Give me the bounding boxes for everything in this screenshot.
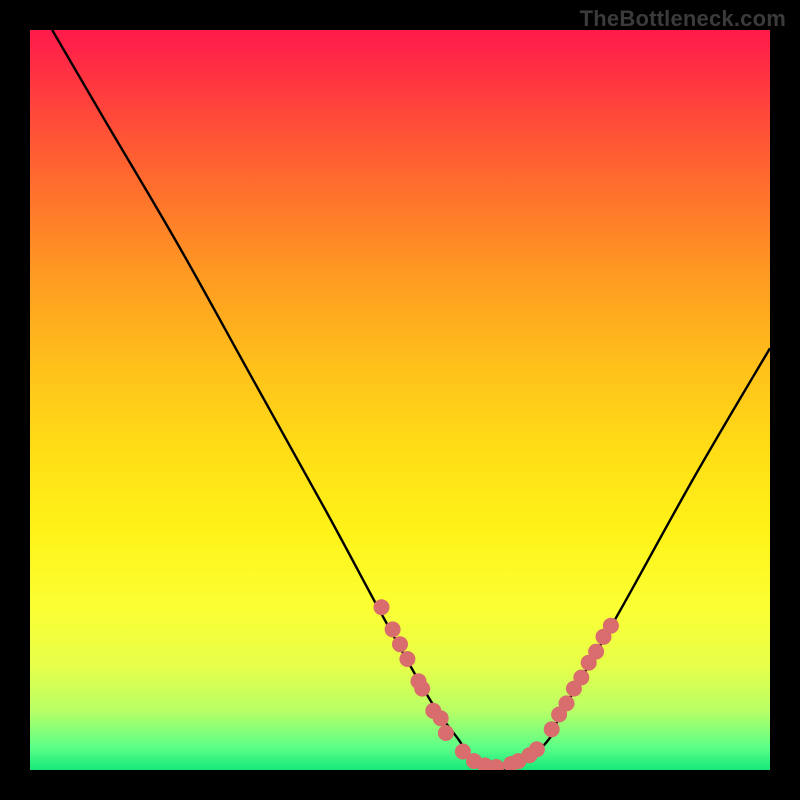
- marker-dot: [544, 721, 560, 737]
- watermark-text: TheBottleneck.com: [580, 6, 786, 32]
- marker-dot: [385, 621, 401, 637]
- marker-dot: [414, 681, 430, 697]
- marker-dot: [438, 725, 454, 741]
- marker-dot: [588, 644, 604, 660]
- chart-svg: [30, 30, 770, 770]
- marker-dot: [399, 651, 415, 667]
- marker-dot: [603, 618, 619, 634]
- marker-dot: [433, 710, 449, 726]
- marker-dot: [529, 741, 545, 757]
- plot-area: [30, 30, 770, 770]
- marker-dot: [392, 636, 408, 652]
- marker-dot: [559, 695, 575, 711]
- chart-frame: TheBottleneck.com: [0, 0, 800, 800]
- marker-dot: [374, 599, 390, 615]
- marker-dot: [573, 670, 589, 686]
- marker-dots: [374, 599, 619, 770]
